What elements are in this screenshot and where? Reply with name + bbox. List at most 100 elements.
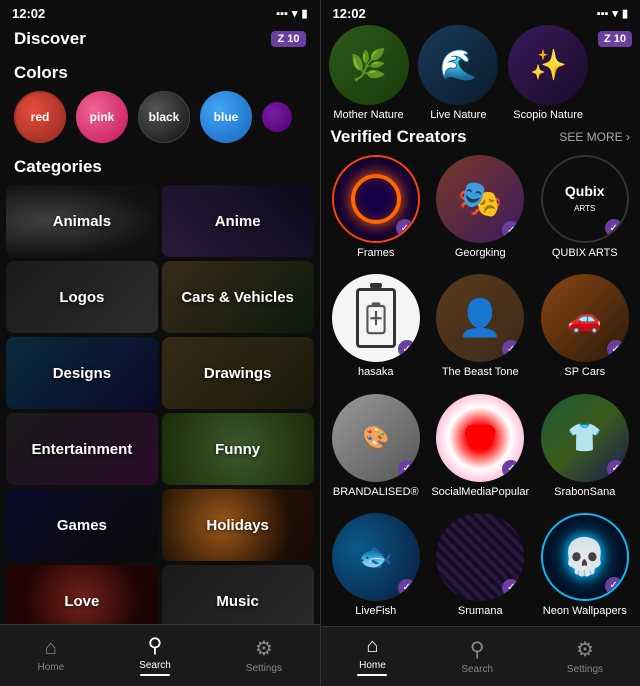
- category-cars[interactable]: Cars & Vehicles: [162, 261, 314, 333]
- left-nav-settings[interactable]: ⚙ Settings: [246, 636, 282, 674]
- battery-icon-status: ▮: [301, 7, 307, 20]
- skull-icon: 💀: [562, 536, 607, 578]
- see-more-button[interactable]: SEE MORE ›: [559, 130, 630, 144]
- creator-georgking[interactable]: 🎭 ✓ Georgking: [431, 155, 530, 268]
- creator-social[interactable]: ❤ ✓ SocialMediaPopular: [431, 394, 530, 507]
- right-status-bar: 12:02 ▪▪▪ ▾ ▮: [321, 0, 640, 25]
- beast-avatar: 👤 ✓: [436, 274, 524, 362]
- right-signal-icon: ▪▪▪: [597, 8, 609, 20]
- left-time: 12:02: [12, 6, 45, 21]
- beast-verify-badge: ✓: [502, 340, 520, 358]
- srumana-verify-badge: ✓: [502, 579, 520, 597]
- category-drawings[interactable]: Drawings: [162, 337, 314, 409]
- search-label: Search: [139, 660, 171, 671]
- spcars-avatar: 🚗 ✓: [541, 274, 629, 362]
- right-status-icons: ▪▪▪ ▾ ▮: [597, 7, 628, 20]
- category-holidays[interactable]: Holidays: [162, 489, 314, 561]
- category-entertainment[interactable]: Entertainment: [6, 413, 158, 485]
- livefish-avatar: 🐟 ✓: [332, 513, 420, 601]
- discover-title: Discover: [14, 29, 86, 49]
- settings-label: Settings: [246, 663, 282, 674]
- settings-icon: ⚙: [255, 636, 273, 661]
- brandalised-name: BRANDALISED®: [333, 486, 419, 498]
- left-bottom-nav: ⌂ Home ⚲ Search ⚙ Settings: [0, 624, 320, 686]
- georgking-avatar: 🎭 ✓: [436, 155, 524, 243]
- live-nature-label: Live Nature: [430, 109, 486, 121]
- left-nav-home[interactable]: ⌂ Home: [37, 637, 64, 673]
- creator-qubix[interactable]: QubixARTS ✓ QUBIX ARTS: [536, 155, 635, 268]
- frames-name: Frames: [357, 247, 394, 259]
- creator-livefish[interactable]: 🐟 ✓ LiveFish: [327, 513, 426, 626]
- live-nature-circle: 🌊: [418, 25, 498, 105]
- srabon-avatar: 👕 ✓: [541, 394, 629, 482]
- right-bottom-nav: ⌂ Home ⚲ Search ⚙ Settings: [321, 626, 640, 686]
- scopio-nature-circle: ✨: [508, 25, 588, 105]
- category-logos[interactable]: Logos: [6, 261, 158, 333]
- verified-title: Verified Creators: [331, 127, 467, 147]
- category-music-label: Music: [216, 593, 259, 610]
- color-black[interactable]: black: [138, 91, 190, 143]
- mother-nature-circle: 🌿: [329, 25, 409, 105]
- left-nav-search[interactable]: ⚲ Search: [139, 633, 171, 676]
- category-funny[interactable]: Funny: [162, 413, 314, 485]
- right-badge-container: Z 10: [598, 25, 632, 47]
- georgking-verify-badge: ✓: [502, 221, 520, 239]
- creator-srabon[interactable]: 👕 ✓ SrabonSana: [536, 394, 635, 507]
- social-verify-badge: ✓: [502, 460, 520, 478]
- livefish-verify-badge: ✓: [398, 579, 416, 597]
- home-icon: ⌂: [45, 637, 57, 660]
- color-pink[interactable]: pink: [76, 91, 128, 143]
- left-header: Discover Z 10: [0, 25, 320, 57]
- battery-design-icon: [356, 288, 396, 348]
- right-time: 12:02: [333, 6, 366, 21]
- creator-srumana[interactable]: ✓ Srumana: [431, 513, 530, 626]
- right-nav-home[interactable]: ⌂ Home: [357, 635, 387, 676]
- right-home-label: Home: [359, 660, 386, 671]
- nature-live[interactable]: 🌊 Live Nature: [418, 25, 498, 121]
- creator-beast[interactable]: 👤 ✓ The Beast Tone: [431, 274, 530, 387]
- left-badge: Z 10: [271, 31, 305, 47]
- srabon-name: SrabonSana: [554, 486, 615, 498]
- heart-icon: ❤: [463, 415, 497, 461]
- creator-spcars[interactable]: 🚗 ✓ SP Cars: [536, 274, 635, 387]
- category-designs[interactable]: Designs: [6, 337, 158, 409]
- category-games[interactable]: Games: [6, 489, 158, 561]
- creator-hasaka[interactable]: ✓ hasaka: [327, 274, 426, 387]
- mother-nature-label: Mother Nature: [333, 109, 403, 121]
- hasaka-name: hasaka: [358, 366, 393, 378]
- nature-row-container: 🌿 Mother Nature 🌊 Live Nature ✨ Scopio N…: [321, 25, 640, 125]
- category-animals[interactable]: Animals: [6, 185, 158, 257]
- signal-icon: ▪▪▪: [276, 8, 288, 20]
- wifi-icon: ▾: [292, 7, 298, 20]
- search-icon: ⚲: [148, 633, 163, 658]
- neon-avatar: 💀 ✓: [541, 513, 629, 601]
- qubix-name: QUBIX ARTS: [552, 247, 618, 259]
- category-anime[interactable]: Anime: [162, 185, 314, 257]
- creators-grid: ✓ Frames 🎭 ✓ Georgking QubixARTS ✓ QUBIX…: [321, 155, 640, 626]
- category-drawings-label: Drawings: [204, 365, 272, 382]
- category-music[interactable]: Music: [162, 565, 314, 624]
- right-battery-icon: ▮: [622, 7, 628, 20]
- right-nav-settings[interactable]: ⚙ Settings: [567, 637, 603, 675]
- category-entertainment-label: Entertainment: [31, 441, 132, 458]
- left-status-bar: 12:02 ▪▪▪ ▾ ▮: [0, 0, 320, 25]
- verified-header: Verified Creators SEE MORE ›: [321, 125, 640, 155]
- color-red[interactable]: red: [14, 91, 66, 143]
- color-more[interactable]: [262, 102, 292, 132]
- color-blue[interactable]: blue: [200, 91, 252, 143]
- creator-frames[interactable]: ✓ Frames: [327, 155, 426, 268]
- category-designs-label: Designs: [53, 365, 111, 382]
- scopio-nature-label: Scopio Nature: [513, 109, 583, 121]
- georgking-name: Georgking: [455, 247, 506, 259]
- category-holidays-label: Holidays: [206, 517, 269, 534]
- right-nav-search[interactable]: ⚲ Search: [461, 637, 493, 675]
- category-funny-label: Funny: [215, 441, 260, 458]
- frames-circle-icon: [351, 174, 401, 224]
- nature-scopio[interactable]: ✨ Scopio Nature: [508, 25, 588, 121]
- category-love[interactable]: Love: [6, 565, 158, 624]
- right-badge: Z 10: [598, 31, 632, 47]
- livefish-name: LiveFish: [355, 605, 396, 617]
- creator-neon[interactable]: 💀 ✓ Neon Wallpapers: [536, 513, 635, 626]
- creator-brandalised[interactable]: 🎨 ✓ BRANDALISED®: [327, 394, 426, 507]
- nature-mother[interactable]: 🌿 Mother Nature: [329, 25, 409, 121]
